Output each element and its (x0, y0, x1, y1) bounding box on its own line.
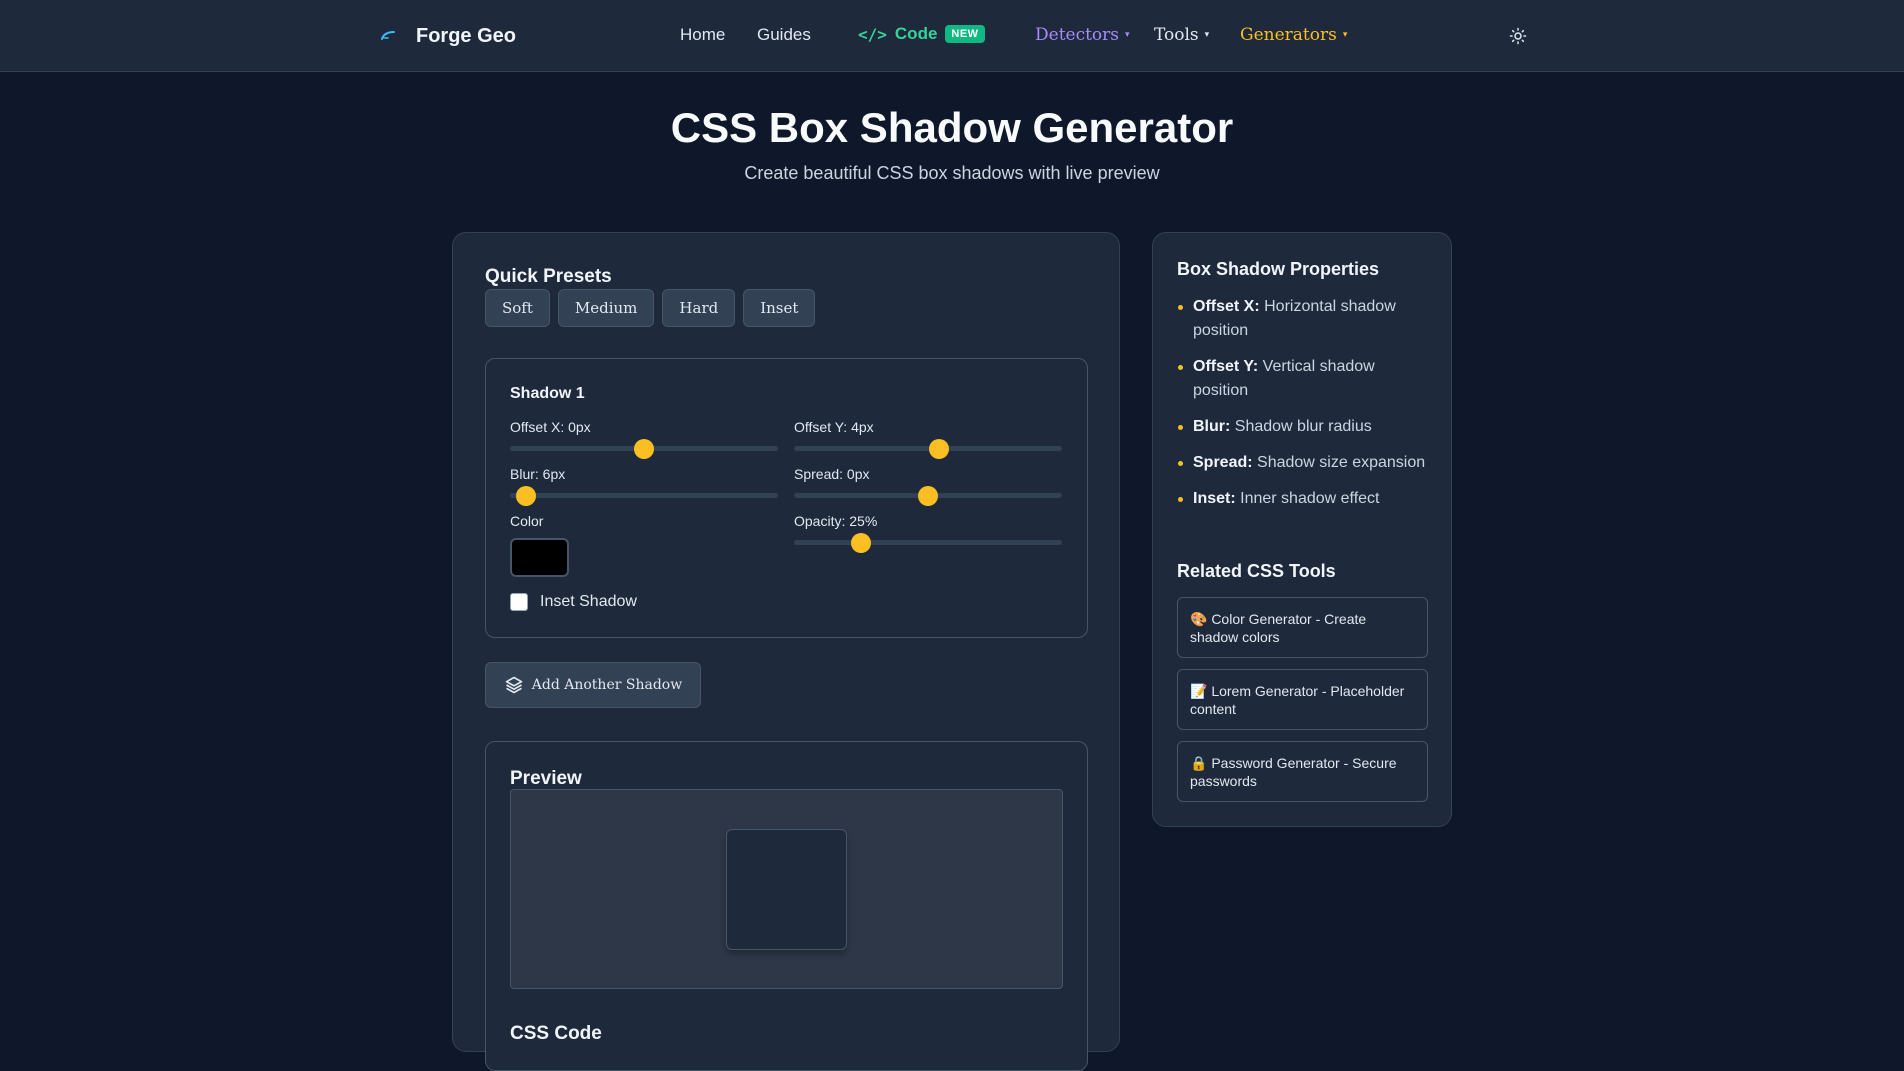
list-item: Blur: Shadow blur radius (1177, 415, 1433, 439)
offset-x-label: Offset X: 0px (510, 419, 591, 435)
page-subtitle: Create beautiful CSS box shadows with li… (744, 163, 1160, 183)
shadow-title: Shadow 1 (510, 385, 585, 402)
color-picker[interactable] (510, 538, 569, 577)
chevron-down-icon: ▾ (1125, 30, 1130, 40)
slider-thumb[interactable] (918, 486, 938, 506)
opacity-slider[interactable] (794, 532, 1062, 553)
properties-title: Box Shadow Properties (1177, 259, 1380, 279)
nav-detectors-dropdown[interactable]: Detectors ▾ (1035, 25, 1130, 45)
color-generator-link[interactable]: 🎨 Color Generator - Create shadow colors (1177, 597, 1428, 658)
nav-code-link[interactable]: </> Code NEW (858, 24, 985, 44)
slider-track (794, 540, 1062, 545)
nav-code-label: Code (894, 24, 938, 43)
list-item: Offset Y: Vertical shadow position (1177, 355, 1433, 403)
brand-name: Forge Geo (416, 24, 517, 47)
bullet-icon (1178, 461, 1183, 466)
page-title: CSS Box Shadow Generator (670, 104, 1234, 151)
quick-presets-title: Quick Presets (485, 266, 612, 287)
preview-box (726, 829, 847, 950)
nav-tools-label: Tools (1154, 25, 1199, 45)
offset-y-slider[interactable] (794, 438, 1062, 459)
slider-thumb[interactable] (516, 486, 537, 506)
blur-label: Blur: 6px (510, 466, 566, 482)
preset-hard-button[interactable]: Hard (662, 289, 736, 327)
offset-x-slider[interactable] (510, 438, 778, 459)
spread-slider[interactable] (794, 485, 1062, 506)
list-item: Offset X: Horizontal shadow position (1177, 295, 1433, 343)
password-generator-link[interactable]: 🔒 Password Generator - Secure passwords (1177, 741, 1428, 802)
list-item: Spread: Shadow size expansion (1177, 451, 1433, 475)
code-icon: </> (858, 24, 887, 44)
slider-thumb[interactable] (928, 439, 949, 459)
preset-medium-button[interactable]: Medium (557, 289, 655, 327)
slider-track (510, 493, 778, 498)
bullet-icon (1178, 305, 1183, 310)
offset-y-label: Offset Y: 4px (794, 419, 874, 435)
bullet-icon (1178, 497, 1183, 502)
generator-panel: Quick Presets Soft Medium Hard Inset Sha… (452, 232, 1120, 1071)
info-sidebar: Box Shadow Properties Offset X: Horizont… (1152, 232, 1452, 827)
add-shadow-button[interactable]: Add Another Shadow (485, 662, 701, 708)
theme-toggle-button[interactable] (1506, 24, 1530, 48)
chevron-down-icon: ▾ (1342, 30, 1348, 40)
brand[interactable]: Forge Geo (378, 22, 516, 50)
top-nav: Forge Geo Home Guides </> Code NEW Detec… (0, 0, 1904, 72)
properties-list: Offset X: Horizontal shadow position Off… (1177, 295, 1433, 523)
sun-icon (1509, 27, 1527, 45)
css-code-title: CSS Code (510, 1023, 602, 1044)
bullet-icon (1178, 365, 1183, 370)
nav-home-link[interactable]: Home (680, 25, 725, 45)
brand-logo-icon (378, 25, 400, 47)
nav-generators-label: Generators (1240, 25, 1337, 45)
list-item: Inset: Inner shadow effect (1177, 487, 1433, 511)
shadow-card: Shadow 1 Offset X: 0px Offset Y: 4px Blu… (485, 358, 1088, 638)
nav-tools-dropdown[interactable]: Tools ▾ (1154, 25, 1209, 45)
opacity-label: Opacity: 25% (794, 513, 878, 529)
bullet-icon (1178, 425, 1183, 430)
blur-slider[interactable] (510, 485, 778, 506)
slider-thumb[interactable] (634, 439, 654, 459)
nav-generators-dropdown[interactable]: Generators ▾ (1240, 25, 1347, 45)
preview-area (510, 789, 1063, 989)
color-label: Color (510, 513, 544, 529)
chevron-down-icon: ▾ (1204, 30, 1210, 40)
inset-shadow-toggle[interactable]: Inset Shadow (510, 593, 637, 611)
preset-soft-button[interactable]: Soft (485, 289, 550, 327)
preview-card: Preview CSS Code (485, 741, 1088, 1071)
slider-thumb[interactable] (851, 533, 871, 553)
nav-guides-link[interactable]: Guides (757, 25, 811, 45)
spread-label: Spread: 0px (794, 466, 870, 482)
preset-inset-button[interactable]: Inset (743, 289, 816, 327)
new-badge: NEW (945, 25, 985, 43)
preset-buttons: Soft Medium Hard Inset (485, 289, 816, 327)
lorem-generator-link[interactable]: 📝 Lorem Generator - Placeholder content (1177, 669, 1428, 730)
nav-detectors-label: Detectors (1035, 25, 1120, 45)
related-tools-title: Related CSS Tools (1177, 561, 1336, 581)
add-shadow-label: Add Another Shadow (531, 677, 683, 693)
inset-checkbox[interactable] (510, 593, 528, 611)
inset-shadow-label: Inset Shadow (540, 593, 637, 610)
preview-title: Preview (510, 768, 582, 789)
layers-icon (505, 676, 523, 694)
